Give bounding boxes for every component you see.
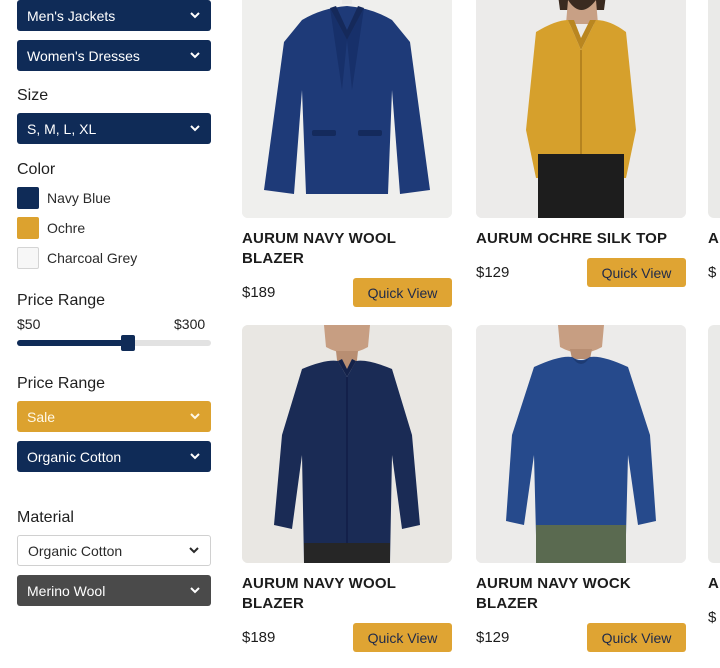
product-card-partial[interactable]: A B $: [708, 325, 720, 632]
dropdown-label: Women's Dresses: [27, 47, 140, 64]
chevron-down-icon: [189, 411, 201, 423]
organic-cotton-dropdown[interactable]: Organic Cotton: [17, 441, 211, 472]
color-heading: Color: [17, 161, 56, 178]
product-name[interactable]: AURUM OCHRE SILK TOP: [476, 229, 686, 249]
chevron-down-icon: [189, 123, 201, 135]
price-slider-fill: [17, 340, 128, 346]
price-max-label: $300: [174, 316, 206, 332]
size-heading: Size: [17, 87, 49, 104]
product-name-partial: A B: [708, 230, 720, 247]
material-dropdown-merino-wool[interactable]: Merino Wool: [17, 575, 211, 606]
product-name[interactable]: AURUM NAVY WOOL BLAZER: [242, 574, 452, 614]
price-range-heading-2: Price Range: [17, 375, 106, 392]
quick-view-button[interactable]: Quick View: [587, 623, 686, 652]
product-name[interactable]: AURUM NAVY WOCK BLAZER: [476, 574, 686, 614]
price-min-label: $50: [17, 316, 41, 332]
dropdown-label: Merino Wool: [27, 582, 106, 599]
product-card[interactable]: AURUM NAVY WOOL BLAZER $189 Quick View: [242, 325, 452, 652]
chevron-down-icon: [188, 545, 200, 557]
color-option-ochre[interactable]: Ochre: [17, 217, 85, 239]
chevron-down-icon: [189, 10, 201, 22]
color-swatch[interactable]: [17, 187, 39, 209]
product-card[interactable]: AURUM OCHRE SILK TOP $129 Quick View: [476, 0, 686, 287]
product-image-navy-sweater-man[interactable]: [476, 325, 686, 563]
product-image-partial[interactable]: [708, 0, 720, 218]
size-dropdown[interactable]: S, M, L, XL: [17, 113, 211, 144]
product-image-navy-shirt-man[interactable]: [242, 325, 452, 563]
product-price-partial: $: [708, 609, 717, 626]
product-price: $129: [476, 264, 510, 281]
category-dropdown-womens-dresses[interactable]: Women's Dresses: [17, 40, 211, 71]
color-option-navy[interactable]: Navy Blue: [17, 187, 111, 209]
product-price: $129: [476, 629, 510, 646]
material-heading: Material: [17, 509, 74, 526]
price-slider[interactable]: [17, 335, 211, 351]
chevron-down-icon: [189, 451, 201, 463]
dropdown-label: Organic Cotton: [28, 542, 123, 559]
product-card-partial[interactable]: A B $: [708, 0, 720, 287]
color-swatch[interactable]: [17, 217, 39, 239]
product-card[interactable]: AURUM NAVY WOOL BLAZER $189 Quick View: [242, 0, 452, 307]
chevron-down-icon: [189, 585, 201, 597]
dropdown-label: Organic Cotton: [27, 448, 122, 465]
color-swatch[interactable]: [17, 247, 39, 269]
sale-dropdown[interactable]: Sale: [17, 401, 211, 432]
color-option-charcoal-grey[interactable]: Charcoal Grey: [17, 247, 137, 269]
product-name[interactable]: AURUM NAVY WOOL BLAZER: [242, 229, 452, 269]
product-price: $189: [242, 629, 276, 646]
product-name-partial: A B: [708, 575, 720, 592]
color-label: Ochre: [47, 220, 86, 236]
filter-sidebar: Men's Jackets Women's Dresses Size S, M,…: [0, 0, 230, 668]
quick-view-button[interactable]: Quick View: [353, 623, 452, 652]
color-label: Charcoal Grey: [47, 250, 138, 266]
product-image-ochre-silk-top[interactable]: [476, 0, 686, 218]
chevron-down-icon: [189, 50, 201, 62]
dropdown-label: Men's Jackets: [27, 7, 116, 24]
product-image-partial[interactable]: [708, 325, 720, 563]
product-image-navy-blazer[interactable]: [242, 0, 452, 218]
price-slider-handle[interactable]: [120, 335, 135, 351]
category-dropdown-mens-jackets[interactable]: Men's Jackets: [17, 0, 211, 31]
quick-view-button[interactable]: Quick View: [587, 258, 686, 287]
quick-view-button[interactable]: Quick View: [353, 278, 452, 307]
dropdown-label: S, M, L, XL: [27, 120, 97, 137]
color-label: Navy Blue: [47, 190, 111, 206]
dropdown-label: Sale: [27, 408, 56, 425]
material-dropdown-organic-cotton[interactable]: Organic Cotton: [17, 535, 211, 566]
product-card[interactable]: AURUM NAVY WOCK BLAZER $129 Quick View: [476, 325, 686, 652]
product-price: $189: [242, 284, 276, 301]
price-range-heading: Price Range: [17, 292, 106, 309]
product-price-partial: $: [708, 264, 717, 281]
